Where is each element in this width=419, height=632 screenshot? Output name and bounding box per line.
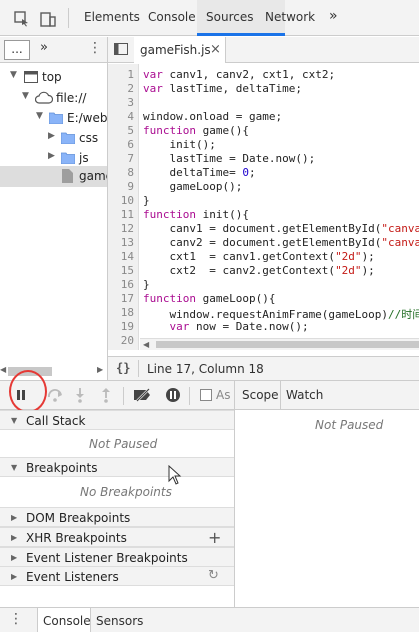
- tab-network[interactable]: Network: [265, 10, 315, 24]
- async-label: As: [216, 388, 231, 402]
- breakpoints-empty: No Breakpoints: [80, 485, 172, 499]
- code-line: var canv1, canv2, cxt1, cxt2;: [143, 68, 336, 81]
- drawer-tabbar: ⋮ Console Sensors: [0, 607, 419, 632]
- line-number-gutter: 1 2 3 4 5 6 7 8 9 10 11 12 13 14 15 16 1…: [108, 64, 139, 350]
- tab-elements[interactable]: Elements: [84, 10, 140, 24]
- code-line: var lastTime, deltaTime;: [143, 82, 302, 95]
- tab-console[interactable]: Console: [148, 10, 196, 24]
- expanded-arrow-icon: ▼: [11, 463, 18, 472]
- step-into-icon[interactable]: [73, 387, 87, 406]
- event-listeners-header[interactable]: ▶ Event Listeners ↻: [0, 566, 234, 586]
- tab-sources[interactable]: Sources: [206, 10, 253, 24]
- scroll-left-icon[interactable]: ◀: [0, 365, 6, 374]
- code-line: deltaTime= 0;: [143, 166, 256, 179]
- call-stack-empty: Not Paused: [89, 437, 158, 451]
- navigator-more-button[interactable]: ...: [4, 40, 30, 60]
- close-tab-icon[interactable]: ×: [210, 42, 221, 57]
- xhr-breakpoints-header[interactable]: ▶ XHR Breakpoints +: [0, 527, 234, 547]
- add-icon[interactable]: +: [208, 528, 221, 547]
- code-line: function gameLoop(){: [143, 292, 276, 305]
- code-line: window.onload = game;: [143, 110, 283, 123]
- step-out-icon[interactable]: [99, 387, 113, 406]
- scroll-left-icon[interactable]: ◀: [143, 340, 149, 349]
- cursor-position: Line 17, Column 18: [147, 362, 264, 376]
- code-line: }: [143, 278, 150, 291]
- deactivate-breakpoints-icon[interactable]: [133, 388, 153, 405]
- tab-sensors[interactable]: Sensors: [96, 614, 143, 628]
- code-line: lastTime = Date.now();: [143, 152, 316, 165]
- tree-item-file-game[interactable]: game: [0, 166, 107, 187]
- collapsed-arrow-icon: ▶: [11, 533, 18, 542]
- call-stack-header[interactable]: ▼ Call Stack: [0, 410, 234, 430]
- scroll-right-icon[interactable]: ▶: [97, 365, 103, 374]
- tree-item-folder-css[interactable]: ▶ css: [0, 128, 107, 149]
- tab-scope[interactable]: Scope: [242, 388, 279, 402]
- tree-item-file[interactable]: ▼ file://: [0, 88, 107, 109]
- tree-item-top[interactable]: ▼ top: [0, 67, 107, 88]
- editor-scrollbar-thumb[interactable]: [156, 341, 419, 348]
- code-line: function init(){: [143, 208, 249, 221]
- navigator-overflow-button[interactable]: »: [40, 40, 48, 55]
- refresh-icon[interactable]: ↻: [208, 568, 219, 583]
- code-line: canv2 = document.getElementById("canva: [143, 236, 419, 249]
- code-line: }: [143, 194, 150, 207]
- drawer-menu-icon[interactable]: ⋮: [9, 611, 23, 627]
- code-line: init();: [143, 138, 216, 151]
- frame-icon: [24, 71, 38, 86]
- event-listener-breakpoints-header[interactable]: ▶ Event Listener Breakpoints: [0, 547, 234, 567]
- folder-icon: [60, 152, 76, 167]
- dom-breakpoints-header[interactable]: ▶ DOM Breakpoints: [0, 507, 234, 527]
- tab-console-drawer[interactable]: Console: [43, 614, 91, 628]
- code-line: cxt1 = canv1.getContext("2d");: [143, 250, 375, 263]
- devtools-tabbar: Elements Console Sources Network »: [0, 0, 419, 36]
- more-tabs-button[interactable]: »: [329, 8, 338, 24]
- editor-scrollbar[interactable]: ◀: [140, 338, 419, 350]
- code-editor[interactable]: var canv1, canv2, cxt1, cxt2; var lastTi…: [140, 64, 419, 350]
- folder-icon: [48, 112, 64, 127]
- active-tab-indicator: [197, 33, 285, 36]
- editor-status-bar: {} Line 17, Column 18: [108, 356, 419, 380]
- collapsed-arrow-icon: ▶: [11, 553, 18, 562]
- navigator-menu-icon[interactable]: ⋮: [88, 40, 102, 56]
- tree-item-folder-web[interactable]: ▼ E:/web?: [0, 108, 107, 129]
- collapsed-arrow-icon: ▶: [11, 513, 18, 522]
- device-toolbar-icon[interactable]: [40, 11, 56, 27]
- inspect-element-icon[interactable]: [14, 11, 30, 27]
- code-line: cxt2 = canv2.getContext("2d");: [143, 264, 375, 277]
- collapsed-arrow-icon: ▶: [11, 572, 18, 581]
- folder-icon: [60, 132, 76, 147]
- scope-empty: Not Paused: [315, 418, 384, 432]
- pretty-print-icon[interactable]: {}: [116, 361, 130, 375]
- toggle-navigator-icon[interactable]: [114, 43, 128, 58]
- tab-watch[interactable]: Watch: [286, 388, 323, 402]
- annotation-circle: [9, 370, 47, 413]
- pause-on-exceptions-icon[interactable]: [165, 387, 181, 406]
- step-over-icon[interactable]: [47, 387, 65, 406]
- editor-file-tab[interactable]: gameFish.js ×: [134, 37, 226, 63]
- cloud-icon: [34, 91, 54, 107]
- code-line: function game(){: [143, 124, 249, 137]
- code-line: gameLoop();: [143, 180, 243, 193]
- debugger-toolbar: As Scope Watch: [0, 370, 419, 413]
- expanded-arrow-icon: ▼: [11, 416, 18, 425]
- code-line: var now = Date.now();: [169, 320, 309, 333]
- breakpoints-header[interactable]: ▼ Breakpoints: [0, 457, 234, 477]
- file-icon: [62, 169, 73, 186]
- async-checkbox[interactable]: [200, 389, 212, 401]
- code-line: canv1 = document.getElementById("canva: [143, 222, 419, 235]
- navigator-header: ... » ⋮: [0, 37, 107, 63]
